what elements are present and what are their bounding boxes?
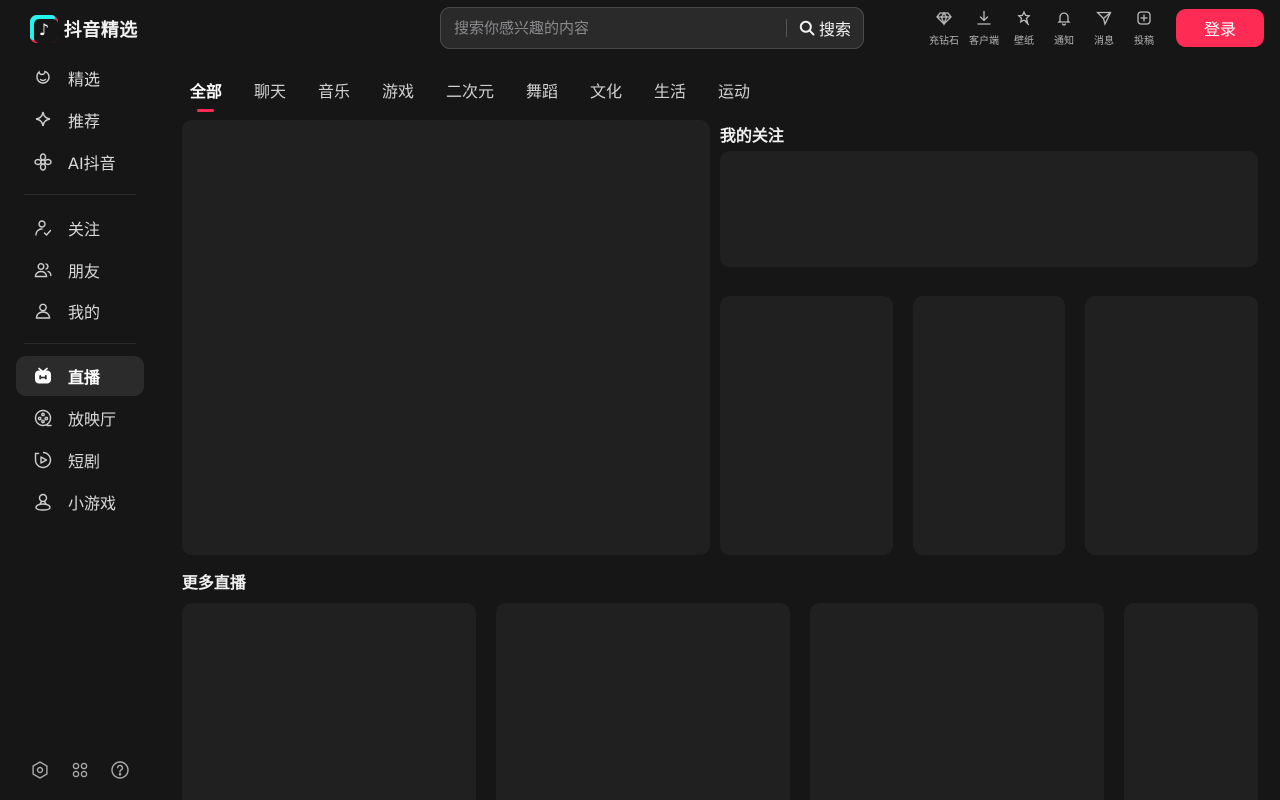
wallpaper-icon — [1017, 10, 1031, 26]
help-button[interactable] — [110, 760, 130, 780]
sidebar-item-label: 放映厅 — [68, 410, 117, 429]
search-input[interactable] — [441, 8, 786, 48]
sidebar-item-label: 短剧 — [68, 452, 101, 471]
flower-icon — [33, 152, 53, 172]
sidebar-divider — [24, 194, 136, 195]
app-logo[interactable]: ♪ 抖音精选 — [30, 14, 138, 44]
live-tv-icon — [33, 366, 53, 386]
settings-button[interactable] — [30, 760, 50, 780]
tool-recharge[interactable]: 充钻石 — [926, 10, 962, 47]
sidebar-divider — [24, 343, 136, 344]
search-button[interactable]: 搜索 — [787, 8, 863, 48]
search-bar: 搜索 — [440, 7, 864, 49]
help-icon — [111, 761, 129, 779]
live-card[interactable] — [810, 603, 1104, 800]
app-name: 抖音精选 — [64, 20, 138, 41]
search-icon — [799, 20, 815, 36]
user-icon — [33, 301, 53, 321]
live-card[interactable] — [1124, 603, 1258, 800]
tool-notifications[interactable]: 通知 — [1046, 10, 1082, 47]
more-live-title: 更多直播 — [182, 573, 247, 592]
sidebar-item-ai-douyin[interactable]: AI抖音 — [16, 142, 144, 182]
tool-label: 客户端 — [969, 36, 999, 47]
upload-icon — [1137, 11, 1151, 25]
tool-label: 消息 — [1094, 36, 1114, 47]
live-card[interactable] — [182, 603, 476, 800]
tool-wallpaper[interactable]: 壁纸 — [1006, 10, 1042, 47]
my-follow-title: 我的关注 — [720, 126, 785, 145]
tool-label: 通知 — [1054, 36, 1074, 47]
game-icon — [33, 492, 53, 512]
sidebar-item-friends[interactable]: 朋友 — [16, 250, 144, 290]
sidebar-item-cinema[interactable]: 放映厅 — [16, 398, 144, 438]
apps-button[interactable] — [70, 760, 90, 780]
film-reel-icon — [33, 408, 53, 428]
live-card[interactable] — [1085, 296, 1258, 555]
tab-music[interactable]: 音乐 — [318, 78, 350, 102]
follow-list-placeholder[interactable] — [720, 151, 1258, 267]
tool-label: 充钻石 — [929, 36, 959, 47]
douyin-logo-icon: ♪ — [30, 15, 58, 43]
sidebar-item-featured[interactable]: 精选 — [16, 58, 144, 98]
live-card[interactable] — [913, 296, 1065, 555]
search-button-label: 搜索 — [818, 20, 851, 39]
follow-icon — [33, 218, 53, 238]
tab-life[interactable]: 生活 — [654, 78, 686, 102]
tab-sports[interactable]: 运动 — [718, 78, 750, 102]
message-icon — [1096, 11, 1112, 26]
sidebar-item-label: 推荐 — [68, 112, 101, 131]
tool-client[interactable]: 客户端 — [966, 10, 1002, 47]
sidebar-item-live[interactable]: 直播 — [16, 356, 144, 396]
live-card[interactable] — [720, 296, 893, 555]
sidebar-item-label: 朋友 — [68, 262, 101, 281]
play-drama-icon — [33, 450, 53, 470]
sparkle-icon — [33, 110, 53, 130]
tool-messages[interactable]: 消息 — [1086, 10, 1122, 47]
sidebar-item-label: 精选 — [68, 70, 101, 89]
friends-icon — [33, 260, 53, 280]
sidebar-item-short-drama[interactable]: 短剧 — [16, 440, 144, 480]
sidebar-item-label: 我的 — [68, 303, 101, 322]
diamond-icon — [936, 11, 952, 26]
active-tab-indicator — [197, 109, 214, 112]
tool-label: 投稿 — [1134, 36, 1154, 47]
featured-icon — [33, 68, 53, 88]
apps-icon — [72, 762, 88, 778]
featured-live-card[interactable] — [182, 120, 710, 555]
tool-label: 壁纸 — [1014, 36, 1034, 47]
tab-dance[interactable]: 舞蹈 — [526, 78, 558, 102]
tool-upload[interactable]: 投稿 — [1126, 10, 1162, 47]
sidebar-item-label: 小游戏 — [68, 494, 117, 513]
sidebar-item-mini-games[interactable]: 小游戏 — [16, 482, 144, 522]
tab-games[interactable]: 游戏 — [382, 78, 414, 102]
sidebar-item-follow[interactable]: 关注 — [16, 208, 144, 248]
tab-culture[interactable]: 文化 — [590, 78, 622, 102]
sidebar-item-label: 直播 — [68, 368, 101, 387]
sidebar-item-label: 关注 — [68, 220, 101, 239]
tab-anime[interactable]: 二次元 — [446, 78, 494, 102]
settings-icon — [32, 761, 48, 779]
login-button[interactable]: 登录 — [1176, 9, 1264, 47]
sidebar-item-mine[interactable]: 我的 — [16, 291, 144, 331]
sidebar-item-recommend[interactable]: 推荐 — [16, 100, 144, 140]
tab-all[interactable]: 全部 — [190, 78, 222, 102]
tab-chat[interactable]: 聊天 — [254, 78, 286, 102]
bell-icon — [1057, 12, 1071, 26]
sidebar-item-label: AI抖音 — [68, 154, 116, 173]
download-icon — [977, 10, 991, 25]
live-card[interactable] — [496, 603, 790, 800]
